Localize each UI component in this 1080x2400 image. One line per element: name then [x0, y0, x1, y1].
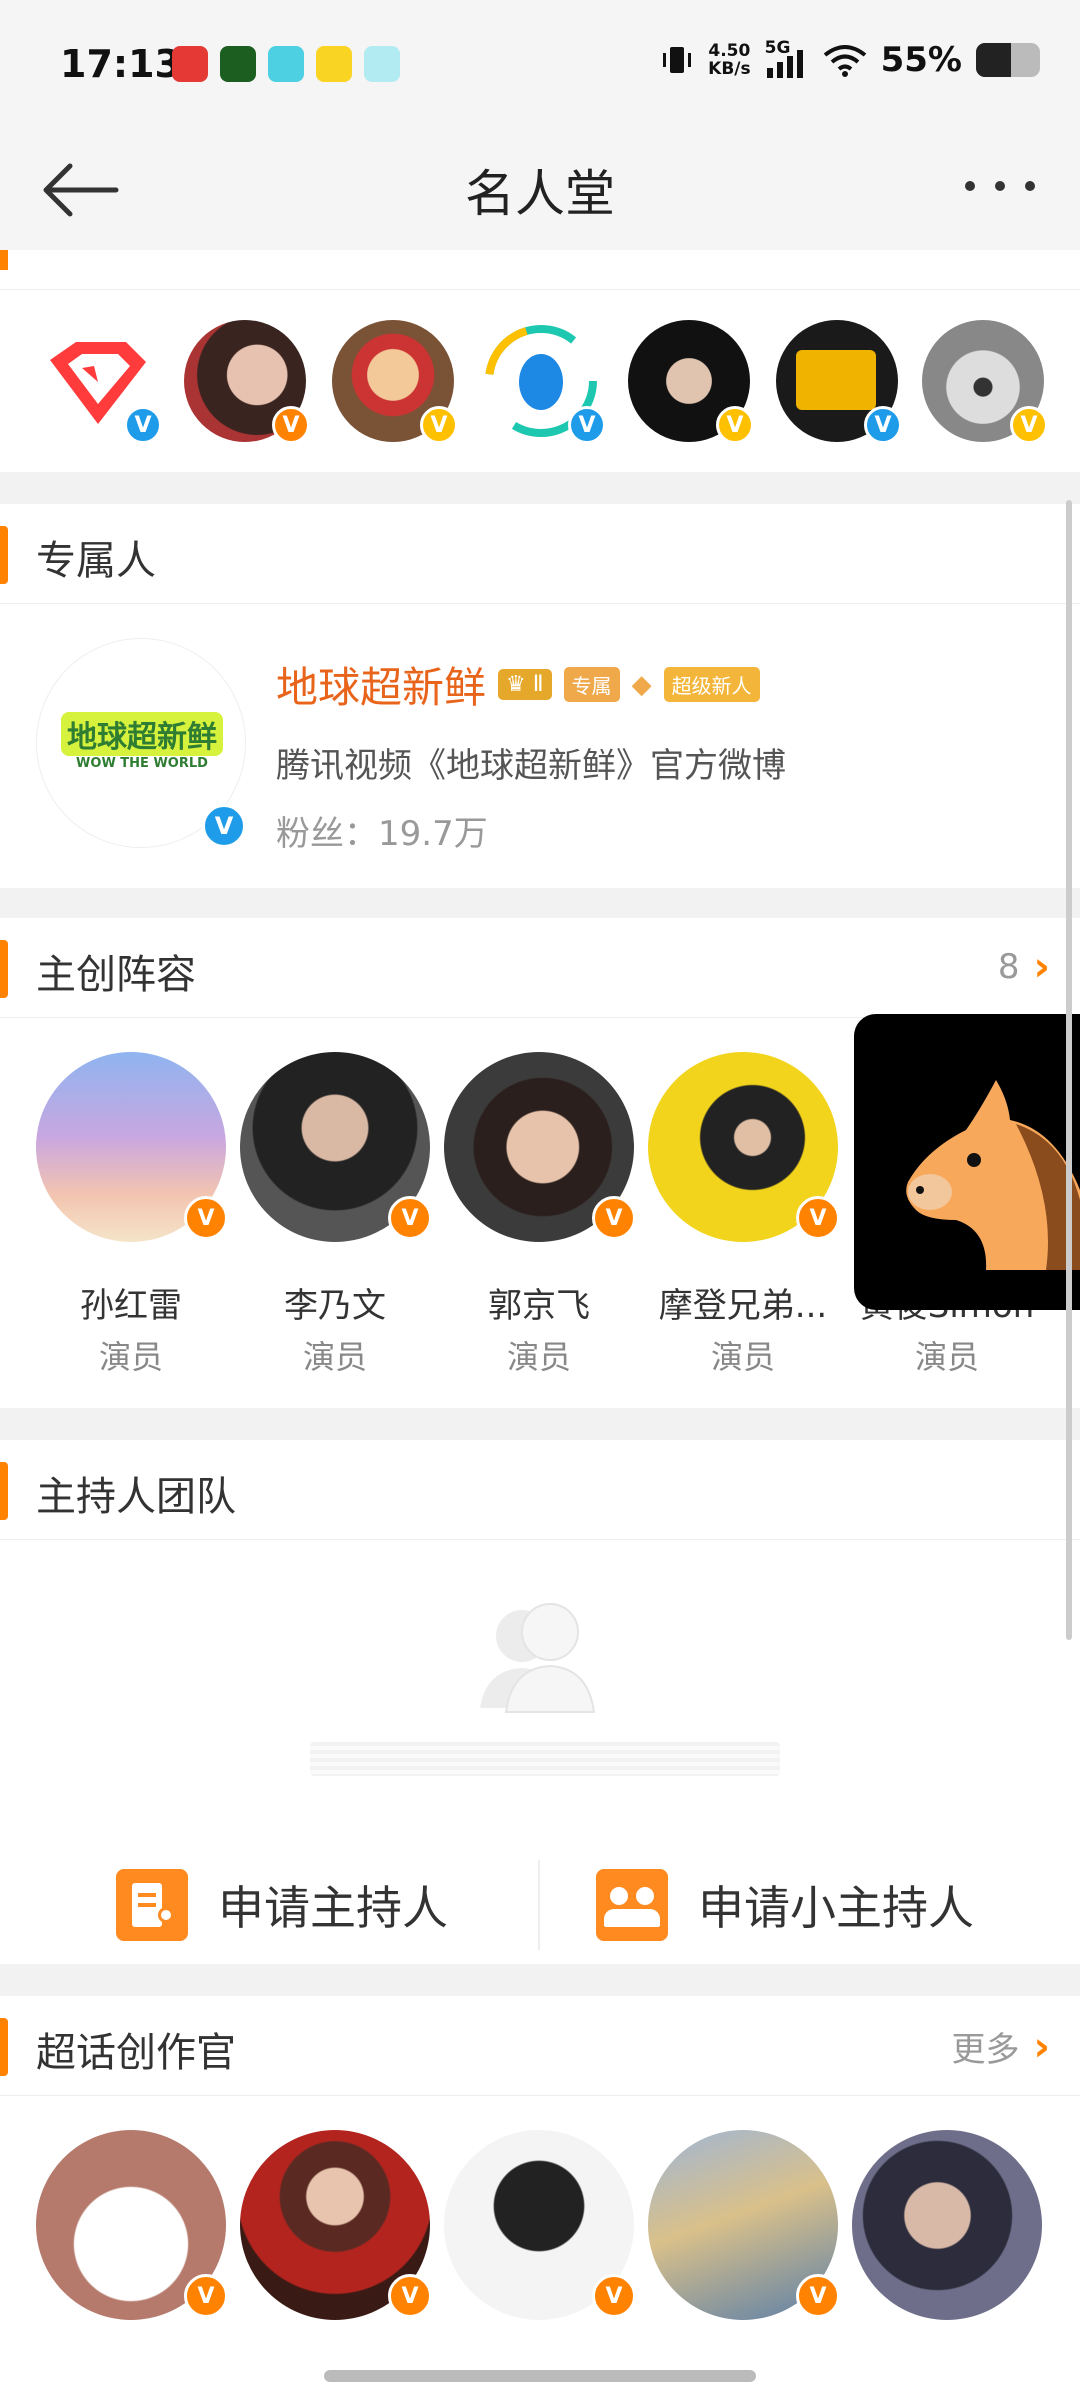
avatar[interactable]: V: [922, 320, 1048, 444]
notification-icons: [172, 46, 400, 82]
section-title: 主创阵容: [36, 952, 196, 998]
more-dots-icon[interactable]: [960, 166, 1040, 206]
avatar[interactable]: V: [332, 320, 458, 444]
verified-badge-icon: V: [202, 804, 246, 848]
verified-badge-icon: V: [272, 406, 310, 444]
app-notification-icon: [220, 46, 256, 82]
exclusive-badge: 专属: [563, 667, 620, 702]
cast-avatar[interactable]: V: [36, 1052, 228, 1242]
cast-member-name[interactable]: 孙红雷: [31, 1278, 231, 1327]
verified-badge-icon: V: [1010, 406, 1048, 444]
verified-badge-icon: V: [388, 2274, 432, 2318]
avatar[interactable]: V: [480, 320, 606, 444]
verified-badge-icon: V: [184, 2274, 228, 2318]
vibrate-icon: [663, 47, 692, 73]
status-bar: 17:13 4.50 KB/s 5G 55%: [0, 0, 1080, 130]
clipped-section-header: [0, 250, 1080, 290]
home-indicator[interactable]: [324, 2370, 756, 2382]
status-right: 4.50 KB/s 5G 55%: [660, 38, 1040, 80]
section-header: 主创阵容 8 ›: [0, 918, 1080, 1018]
page-title: 名人堂: [465, 165, 615, 223]
section-title: 专属人: [36, 538, 156, 584]
cast-member-role: 演员: [98, 1338, 163, 1376]
cast-member-role: 演员: [914, 1338, 979, 1376]
chevron-right-icon: ›: [1033, 2023, 1050, 2070]
group-icon: [596, 1869, 668, 1941]
chevron-right-icon: ›: [1033, 944, 1050, 990]
verified-badge-icon: V: [568, 406, 606, 444]
verified-badge-icon: V: [796, 1196, 840, 1240]
battery-percent: 55%: [880, 40, 962, 80]
horse-head-icon: [906, 1080, 1080, 1270]
verified-badge-icon: V: [796, 2274, 840, 2318]
creators-more-link[interactable]: 更多 ›: [952, 2022, 1050, 2071]
creator-avatar[interactable]: V: [36, 2130, 228, 2320]
wifi-icon: [823, 45, 866, 77]
creator-avatar[interactable]: V: [444, 2130, 636, 2320]
cast-member-name[interactable]: 李乃文: [235, 1278, 435, 1327]
cast-avatar[interactable]: V: [648, 1052, 840, 1242]
document-user-icon: [116, 1869, 188, 1941]
page: 17:13 4.50 KB/s 5G 55% 名人堂 V V V V V V V…: [0, 0, 1080, 2400]
cast-member-role: 演员: [302, 1338, 367, 1376]
net-speed: 4.50 KB/s: [708, 41, 751, 79]
status-time: 17:13: [60, 42, 181, 86]
apply-host-button[interactable]: 申请主持人: [116, 1850, 448, 1960]
app-notification-icon: [268, 46, 304, 82]
super-newbie-badge: 超级新人: [663, 667, 760, 702]
exclusive-name-row: 地球超新鲜 ♛ Ⅱ 专属 ◆ 超级新人: [276, 654, 760, 715]
verified-badge-icon: V: [124, 406, 162, 444]
section-title: 超话创作官: [36, 2030, 236, 2076]
creator-avatar[interactable]: [852, 2130, 1042, 2320]
avatar[interactable]: V: [628, 320, 754, 444]
app-notification-icon: [172, 46, 208, 82]
avatar[interactable]: V: [36, 320, 162, 444]
creator-avatar[interactable]: V: [240, 2130, 432, 2320]
verified-badge-icon: V: [184, 1196, 228, 1240]
verified-badge-icon: V: [388, 1196, 432, 1240]
cast-member-role: 演员: [506, 1338, 571, 1376]
cast-avatar[interactable]: V: [444, 1052, 636, 1242]
cast-count-link[interactable]: 8 ›: [998, 944, 1050, 990]
cast-member-role: 演员: [710, 1338, 775, 1376]
empty-placeholder-text: [310, 1742, 780, 1776]
creator-avatar[interactable]: V: [648, 2130, 840, 2320]
section-title: 主持人团队: [36, 1474, 236, 1520]
section-header: 超话创作官 更多 ›: [0, 1996, 1080, 2096]
exclusive-section: 专属人 地球超新鲜 WOW THE WORLD V 地球超新鲜 ♛ Ⅱ 专属 ◆…: [0, 504, 1080, 888]
section-header: 主持人团队: [0, 1440, 1080, 1540]
level-badge: ♛ Ⅱ: [498, 669, 552, 700]
battery-icon: [976, 43, 1040, 77]
app-notification-icon: [364, 46, 400, 82]
exclusive-avatar[interactable]: 地球超新鲜 WOW THE WORLD V: [36, 638, 246, 848]
scrollbar[interactable]: [1066, 500, 1072, 1640]
creators-section: 超话创作官 更多 › V V V V: [0, 1996, 1080, 2400]
nav-bar: 名人堂: [0, 130, 1080, 250]
cast-member-name[interactable]: 郭京飞: [439, 1278, 639, 1327]
top-avatar-strip: V V V V V V V: [0, 250, 1080, 472]
apply-junior-host-button[interactable]: 申请小主持人: [596, 1850, 974, 1960]
signal-icon: 5G: [765, 38, 809, 78]
cast-avatar[interactable]: V: [240, 1052, 432, 1242]
verified-badge-icon: V: [864, 406, 902, 444]
cast-member-name[interactable]: 摩登兄弟...: [643, 1278, 843, 1327]
exclusive-description: 腾讯视频《地球超新鲜》官方微博: [276, 746, 786, 786]
exclusive-name[interactable]: 地球超新鲜: [276, 654, 486, 715]
diamond-icon: ◆: [631, 669, 652, 700]
empty-people-icon: [480, 1603, 596, 1713]
app-notification-icon: [316, 46, 352, 82]
avatar[interactable]: V: [184, 320, 310, 444]
exclusive-fans: 粉丝：19.7万: [276, 814, 488, 854]
floating-horse-widget[interactable]: [854, 1014, 1080, 1310]
verified-badge-icon: V: [592, 1196, 636, 1240]
verified-badge-icon: V: [420, 406, 458, 444]
divider: [538, 1860, 540, 1950]
section-header: 专属人: [0, 504, 1080, 604]
verified-badge-icon: V: [716, 406, 754, 444]
verified-badge-icon: V: [592, 2274, 636, 2318]
avatar[interactable]: V: [776, 320, 902, 444]
